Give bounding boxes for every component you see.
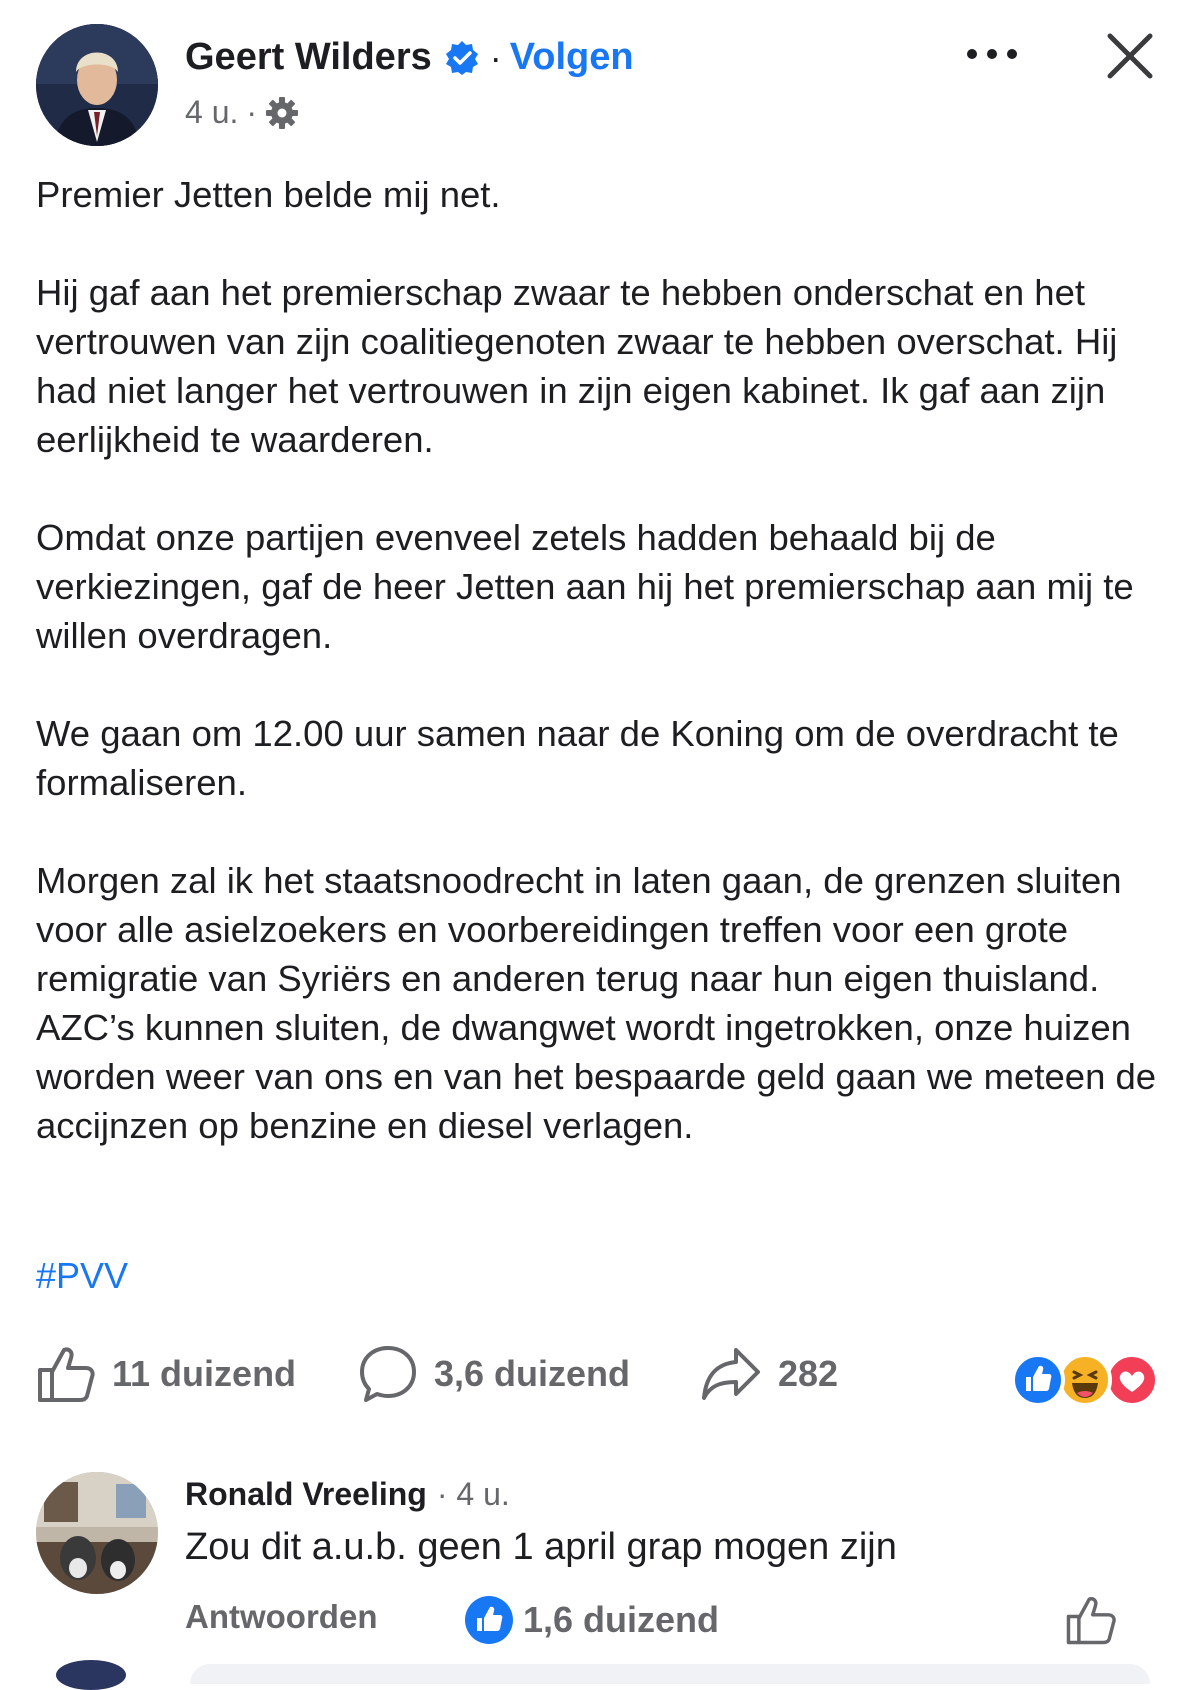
post-header: Geert Wilders · Volgen 4 u. · — [0, 0, 1200, 160]
author-avatar[interactable] — [36, 24, 158, 146]
like-icon — [465, 1596, 513, 1644]
share-icon — [702, 1348, 760, 1400]
author-name[interactable]: Geert Wilders — [185, 36, 432, 79]
comment-time[interactable]: · 4 u. — [437, 1476, 510, 1513]
post-paragraph: Hij gaf aan het premierschap zwaar te he… — [36, 272, 1118, 460]
comment-input-peek[interactable] — [190, 1664, 1150, 1684]
love-icon — [1105, 1353, 1159, 1407]
comment-like-summary[interactable]: 1,6 duizend — [463, 1594, 719, 1646]
meta-separator: · — [246, 94, 258, 130]
hashtag-link[interactable]: #PVV — [36, 1255, 128, 1297]
close-icon[interactable] — [1104, 30, 1156, 82]
post-body: Premier Jetten belde mij net. Hij gaf aa… — [36, 170, 1166, 1199]
post-time[interactable]: 4 u. — [185, 94, 238, 131]
comment-text: Zou dit a.u.b. geen 1 april grap mogen z… — [185, 1526, 897, 1568]
post-meta: 4 u. · — [185, 94, 299, 131]
comment-icon — [360, 1346, 416, 1402]
post-paragraph: Morgen zal ik het staatsnoodrecht in lat… — [36, 860, 1157, 1146]
thumbs-up-icon — [38, 1347, 95, 1402]
post-paragraph: Premier Jetten belde mij net. — [36, 174, 501, 215]
comment-button[interactable]: 3,6 duizend — [358, 1344, 630, 1404]
share-button[interactable]: 282 — [700, 1344, 838, 1404]
haha-icon — [1058, 1353, 1112, 1407]
comment-like-count: 1,6 duizend — [523, 1599, 720, 1640]
post-paragraph: We gaan om 12.00 uur samen naar de Konin… — [36, 713, 1119, 803]
commenter-avatar[interactable] — [36, 1472, 158, 1594]
follow-button[interactable]: Volgen — [510, 36, 634, 79]
author-row: Geert Wilders · Volgen — [185, 36, 634, 79]
like-count: 11 duizend — [112, 1353, 297, 1394]
verified-badge-icon — [445, 40, 478, 75]
gear-icon — [266, 96, 299, 129]
comment-count: 3,6 duizend — [434, 1353, 631, 1394]
thumbs-up-icon[interactable] — [1065, 1594, 1117, 1646]
more-options-icon[interactable] — [964, 42, 1020, 66]
comment-actions: Antwoorden 1,6 duizend — [185, 1590, 1117, 1650]
comment: Ronald Vreeling · 4 u. Zou dit a.u.b. ge… — [0, 1460, 1200, 1660]
comment-header: Ronald Vreeling · 4 u. — [185, 1476, 510, 1513]
reaction-summary[interactable] — [1010, 1352, 1160, 1408]
share-count: 282 — [778, 1353, 839, 1394]
separator-dot: · — [489, 36, 502, 78]
post-paragraph: Omdat onze partijen evenveel zetels hadd… — [36, 517, 1134, 656]
reply-button[interactable]: Antwoorden — [185, 1598, 377, 1636]
next-avatar-peek — [56, 1660, 126, 1690]
commenter-name[interactable]: Ronald Vreeling — [185, 1476, 427, 1513]
like-button[interactable]: 11 duizend — [36, 1344, 296, 1404]
like-icon — [1011, 1353, 1065, 1407]
